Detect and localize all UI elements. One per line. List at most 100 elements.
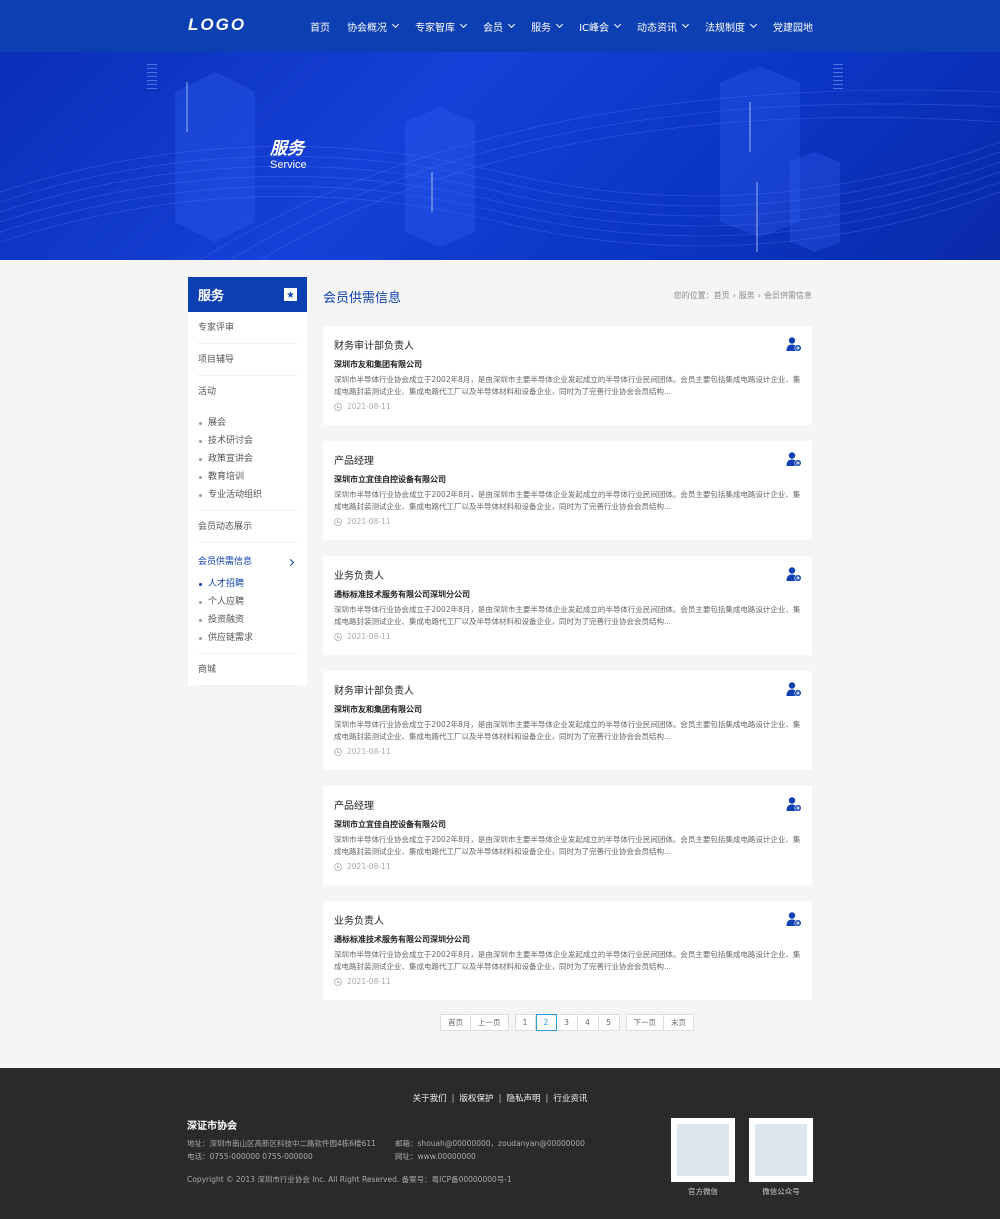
nav-item[interactable]: 专家智库	[415, 19, 468, 34]
qr-code-official-wechat	[671, 1118, 735, 1182]
sidebar-item[interactable]: 专家评审	[198, 312, 297, 344]
footer-link[interactable]: 行业资讯	[553, 1094, 587, 1104]
sidebar-item[interactable]: 活动	[198, 376, 297, 408]
post-description: 深圳市半导体行业协会成立于2002年8月，是由深圳市主要半导体企业发起成立的半导…	[334, 950, 801, 971]
sidebar-item-label: 活动	[198, 387, 217, 397]
post-card[interactable]: 产品经理 深圳市立宜佳自控设备有限公司 深圳市半导体行业协会成立于2002年8月，是…	[323, 786, 812, 885]
chevron-down-icon	[556, 20, 564, 29]
post-date: 2021-08-11	[334, 517, 801, 526]
user-add-icon[interactable]	[786, 451, 802, 467]
user-add-icon[interactable]	[786, 796, 802, 812]
post-company: 通标标准技术服务有限公司深圳分公司	[334, 590, 470, 599]
sidebar-menu: 专家评审项目辅导活动展会 技术研讨会 政策宣讲会 教育培训 专业活动组织会员动态展示会员…	[188, 312, 307, 686]
chevron-down-icon	[681, 20, 690, 29]
post-card[interactable]: 财务审计部负责人 深圳市友和集团有限公司 深圳市半导体行业协会成立于2002年8月，…	[323, 326, 812, 425]
banner-title: 服务	[270, 139, 304, 159]
breadcrumb-link[interactable]: 首页	[714, 290, 730, 301]
page-number-button[interactable]: 4	[577, 1014, 599, 1031]
sidebar-subitem[interactable]: 个人应聘	[198, 593, 297, 611]
qr-label-wechat-account: 微信公众号	[762, 1187, 800, 1196]
post-title[interactable]: 业务负责人	[334, 915, 801, 929]
sidebar-subitem[interactable]: 人才招聘	[198, 575, 297, 593]
footer-link[interactable]: 隐私声明	[506, 1094, 540, 1104]
nav-item[interactable]: 协会概况	[347, 19, 400, 34]
footer-link[interactable]: 关于我们	[413, 1094, 447, 1104]
nav-item[interactable]: 服务	[531, 19, 564, 34]
post-title[interactable]: 产品经理	[334, 800, 801, 814]
post-title[interactable]: 产品经理	[334, 455, 801, 469]
post-company: 深圳市立宜佳自控设备有限公司	[334, 820, 446, 829]
footer-org-name: 深证市协会	[187, 1121, 237, 1132]
nav-item-label: 首页	[310, 22, 331, 34]
nav-item-label: 法规制度	[705, 22, 745, 34]
nav-item[interactable]: 动态资讯	[637, 19, 690, 34]
footer-link[interactable]: 版权保护	[460, 1094, 494, 1104]
page-number-button[interactable]: 3	[556, 1014, 578, 1031]
sidebar-subitem[interactable]: 供应链需求	[198, 629, 297, 647]
sidebar-item-member-dynamic[interactable]: 会员动态展示	[198, 511, 297, 543]
page-next-button[interactable]: 下一页	[625, 1014, 664, 1031]
user-add-icon[interactable]	[786, 566, 802, 582]
sidebar-item-label: 专家评审	[198, 322, 235, 333]
breadcrumb-link: 会员供需信息	[764, 291, 812, 300]
post-title[interactable]: 财务审计部负责人	[334, 685, 801, 699]
chevron-down-icon	[508, 20, 516, 29]
sidebar-subitem[interactable]: 技术研讨会	[198, 432, 297, 450]
chevron-right-icon: ›	[732, 291, 736, 300]
user-add-icon[interactable]	[786, 681, 802, 697]
nav-item[interactable]: 党建园地	[773, 19, 813, 34]
nav-item-label: 动态资讯	[637, 22, 677, 34]
nav-item[interactable]: 法规制度	[705, 19, 758, 34]
user-add-icon[interactable]	[786, 336, 802, 352]
page-number-button[interactable]: 2	[535, 1014, 557, 1031]
footer-link-separator: |	[545, 1094, 549, 1104]
sidebar-subitem[interactable]: 投资融资	[198, 611, 297, 629]
user-add-icon[interactable]	[786, 911, 802, 927]
footer-address: 地址：深圳市南山区高新区科技中二路软件园4栋6楼611	[187, 1139, 376, 1148]
sidebar-subitem[interactable]: 政策宣讲会	[198, 450, 297, 468]
site-logo[interactable]: LOGO	[188, 15, 246, 35]
nav-item-label: 会员	[483, 22, 504, 34]
post-card[interactable]: 业务负责人 通标标准技术服务有限公司深圳分公司 深圳市半导体行业协会成立于2002年…	[323, 556, 812, 655]
post-card[interactable]: 财务审计部负责人 深圳市友和集团有限公司 深圳市半导体行业协会成立于2002年8月，…	[323, 671, 812, 770]
sidebar: 服务 专家评审 项目辅导 活动 展会 技术研讨会 政策宣讲会 教育培训 专业活动组织 会员动态展…	[188, 277, 307, 686]
banner-subtitle: Service	[270, 159, 307, 171]
sidebar-subitem[interactable]: 专业活动组织	[198, 486, 297, 504]
page-last-button[interactable]: 末页	[664, 1014, 694, 1031]
sidebar-item-member-supply[interactable]: 会员供需信息	[198, 549, 297, 575]
post-date-text: 2021-08-11	[347, 402, 391, 411]
post-date-text: 2021-08-11	[347, 747, 391, 756]
page-number-button[interactable]: 5	[598, 1014, 620, 1031]
nav-item[interactable]: 首页	[310, 19, 330, 34]
nav-item[interactable]: IC峰会	[579, 19, 622, 34]
sidebar-item[interactable]: 项目辅导	[198, 344, 297, 376]
nav-item-label: IC峰会	[579, 22, 609, 34]
post-date: 2021-08-11	[334, 862, 801, 871]
page-number-button[interactable]: 1	[514, 1014, 536, 1031]
footer-link-separator: |	[451, 1094, 455, 1104]
post-card[interactable]: 产品经理 深圳市立宜佳自控设备有限公司 深圳市半导体行业协会成立于2002年8月，是…	[323, 441, 812, 540]
breadcrumb-link[interactable]: 服务	[739, 290, 755, 301]
chevron-right-icon	[286, 558, 295, 566]
nav-item[interactable]: 会员	[483, 19, 516, 34]
post-card[interactable]: 业务负责人 通标标准技术服务有限公司深圳分公司 深圳市半导体行业协会成立于2002年…	[323, 901, 812, 1000]
page-first-button[interactable]: 首页	[440, 1014, 471, 1031]
sidebar-subitem[interactable]: 教育培训	[198, 468, 297, 486]
post-description: 深圳市半导体行业协会成立于2002年8月，是由深圳市主要半导体企业发起成立的半导…	[334, 720, 801, 741]
footer-links: 关于我们 | 版权保护 | 隐私声明 | 行业资讯	[0, 1092, 1000, 1104]
qr-label-official-wechat: 官方微信	[688, 1187, 718, 1196]
post-title[interactable]: 财务审计部负责人	[334, 340, 801, 354]
sidebar-item-label: 会员动态展示	[198, 521, 253, 532]
footer-copyright: Copyright © 2013 深圳市行业协会 Inc. All Right …	[187, 1175, 512, 1184]
post-company: 深圳市友和集团有限公司	[334, 360, 422, 369]
page-prev-button[interactable]: 上一页	[471, 1014, 509, 1031]
chevron-down-icon	[460, 20, 468, 29]
post-company: 深圳市立宜佳自控设备有限公司	[334, 475, 446, 484]
page-title: 会员供需信息	[323, 291, 402, 306]
chevron-down-icon	[613, 20, 622, 29]
sidebar-subitem[interactable]: 展会	[198, 414, 297, 432]
clock-icon	[334, 747, 342, 756]
clock-icon	[334, 517, 342, 526]
post-title[interactable]: 业务负责人	[334, 570, 801, 584]
sidebar-item-mall[interactable]: 商城	[198, 654, 297, 686]
